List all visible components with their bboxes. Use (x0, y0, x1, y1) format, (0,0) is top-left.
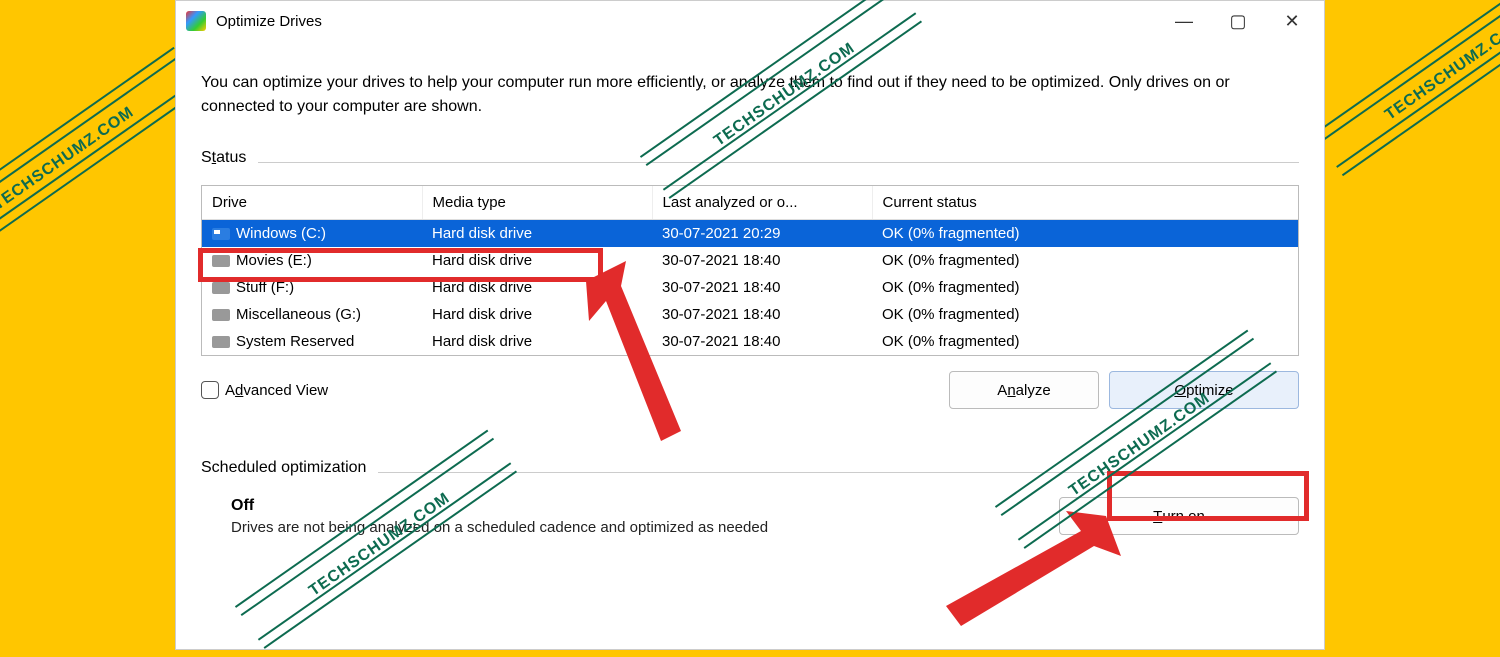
titlebar: Optimize Drives — ▢ ✕ (176, 1, 1324, 41)
cell-drive: System Reserved (202, 328, 422, 355)
cell-status: OK (0% fragmented) (872, 247, 1298, 274)
drive-name: Windows (C:) (236, 225, 326, 242)
optimize-button[interactable]: Optimize (1109, 371, 1299, 409)
cell-status: OK (0% fragmented) (872, 220, 1298, 248)
drive-name: Movies (E:) (236, 252, 312, 269)
table-header-row: Drive Media type Last analyzed or o... C… (202, 186, 1298, 220)
cell-status: OK (0% fragmented) (872, 328, 1298, 355)
table-row[interactable]: System Reserved Hard disk drive30-07-2021… (202, 328, 1298, 355)
cell-last: 30-07-2021 20:29 (652, 220, 872, 248)
drive-icon (212, 228, 230, 240)
close-button[interactable]: ✕ (1280, 11, 1304, 32)
cell-drive: Windows (C:) (202, 220, 422, 248)
separator (258, 162, 1299, 163)
maximize-button[interactable]: ▢ (1226, 11, 1250, 32)
drive-icon (212, 282, 230, 294)
drive-name: Stuff (F:) (236, 279, 294, 296)
cell-drive: Movies (E:) (202, 247, 422, 274)
advanced-view-checkbox[interactable]: Advanced View (201, 381, 328, 399)
minimize-button[interactable]: — (1172, 11, 1196, 32)
col-drive[interactable]: Drive (202, 186, 422, 220)
table-row[interactable]: Miscellaneous (G:) Hard disk drive30-07-2… (202, 301, 1298, 328)
cell-media: Hard disk drive (422, 301, 652, 328)
cell-last: 30-07-2021 18:40 (652, 328, 872, 355)
description-text: You can optimize your drives to help you… (201, 71, 1299, 119)
cell-media: Hard disk drive (422, 247, 652, 274)
drive-name: System Reserved (236, 333, 354, 350)
checkbox-icon (201, 381, 219, 399)
cell-drive: Miscellaneous (G:) (202, 301, 422, 328)
window-title: Optimize Drives (216, 13, 322, 30)
window-controls: — ▢ ✕ (1172, 11, 1314, 32)
separator (378, 472, 1299, 473)
col-media-type[interactable]: Media type (422, 186, 652, 220)
drives-table: Drive Media type Last analyzed or o... C… (201, 185, 1299, 356)
watermark-text: TECHSCHUMZ.COM (0, 104, 138, 215)
status-section-label: Status (201, 149, 246, 167)
cell-status: OK (0% fragmented) (872, 274, 1298, 301)
turn-on-button[interactable]: Turn on (1059, 497, 1299, 535)
optimize-drives-window: Optimize Drives — ▢ ✕ You can optimize y… (175, 0, 1325, 650)
schedule-state: Off (231, 497, 1059, 515)
advanced-view-label: Advanced View (225, 382, 328, 399)
col-current-status[interactable]: Current status (872, 186, 1298, 220)
watermark-text: TECHSCHUMZ.COM (1382, 14, 1500, 125)
cell-last: 30-07-2021 18:40 (652, 247, 872, 274)
cell-media: Hard disk drive (422, 220, 652, 248)
table-row[interactable]: Windows (C:) Hard disk drive30-07-2021 20… (202, 220, 1298, 248)
table-row[interactable]: Movies (E:) Hard disk drive30-07-2021 18:… (202, 247, 1298, 274)
cell-media: Hard disk drive (422, 274, 652, 301)
col-last-analyzed[interactable]: Last analyzed or o... (652, 186, 872, 220)
cell-status: OK (0% fragmented) (872, 301, 1298, 328)
table-row[interactable]: Stuff (F:) Hard disk drive30-07-2021 18:4… (202, 274, 1298, 301)
cell-last: 30-07-2021 18:40 (652, 274, 872, 301)
cell-media: Hard disk drive (422, 328, 652, 355)
drive-name: Miscellaneous (G:) (236, 306, 361, 323)
cell-last: 30-07-2021 18:40 (652, 301, 872, 328)
cell-drive: Stuff (F:) (202, 274, 422, 301)
analyze-button[interactable]: Analyze (949, 371, 1099, 409)
drive-icon (212, 336, 230, 348)
drive-icon (212, 309, 230, 321)
schedule-subtitle: Drives are not being analyzed on a sched… (231, 519, 1059, 536)
app-icon (186, 11, 206, 31)
drive-icon (212, 255, 230, 267)
scheduled-section-label: Scheduled optimization (201, 459, 366, 477)
